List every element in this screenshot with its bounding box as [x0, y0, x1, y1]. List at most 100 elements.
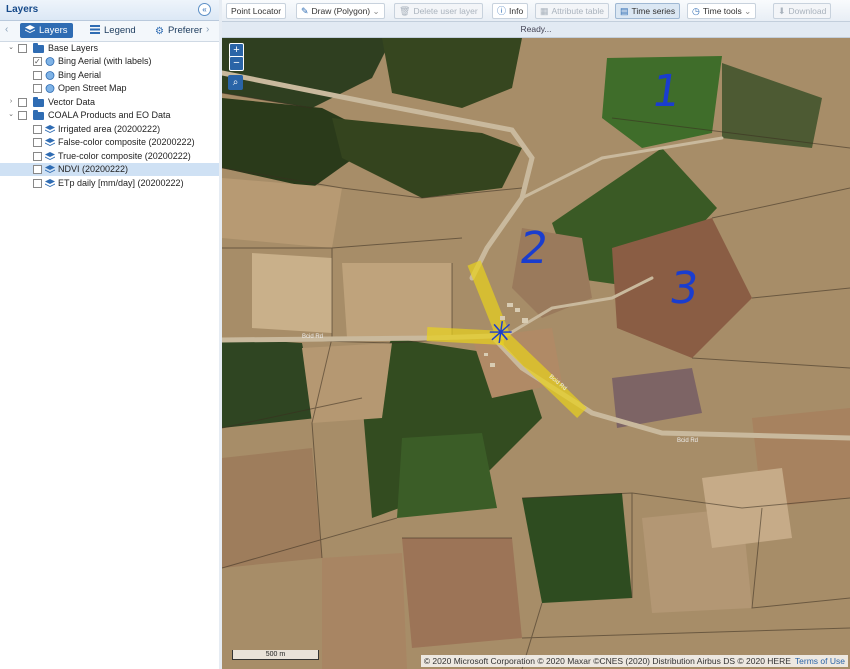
tree-item-irrigated-area[interactable]: Irrigated area (20200222) — [0, 123, 219, 136]
attribution-text: © 2020 Microsoft Corporation © 2020 Maxa… — [423, 656, 791, 666]
layer-label: Open Street Map — [58, 83, 127, 93]
group-checkbox[interactable] — [18, 98, 27, 107]
tree-group-coala[interactable]: ⌄ COALA Products and EO Data — [0, 109, 219, 122]
road-label: Bcid Rd — [677, 438, 699, 444]
layer-checkbox[interactable] — [33, 138, 42, 147]
pencil-icon: ✎ — [301, 6, 309, 16]
tree-group-base-layers[interactable]: ⌄ Base Layers — [0, 42, 219, 55]
draw-polygon-button[interactable]: ✎ Draw (Polygon) ⌄ — [296, 3, 385, 19]
scale-bar: 500 m — [232, 650, 319, 660]
layer-label: Bing Aerial (with labels) — [58, 56, 152, 66]
layer-label: NDVI (20200222) — [58, 164, 129, 174]
info-icon: ⓘ — [497, 6, 507, 16]
tab-layers[interactable]: Layers — [20, 23, 73, 38]
tree-item-false-color[interactable]: False-color composite (20200222) — [0, 136, 219, 149]
delete-user-layer-label: Delete user layer — [413, 6, 478, 16]
globe-layer-icon — [45, 71, 55, 80]
zoom-extent-button[interactable]: ⌕ — [228, 75, 243, 90]
folder-icon — [33, 43, 44, 53]
folder-icon — [33, 97, 44, 107]
draw-polygon-label: Draw (Polygon) — [311, 6, 371, 16]
list-icon — [90, 25, 100, 34]
panel-tabbar: ‹ Layers Legend ⚙ Preferer › — [0, 21, 219, 42]
point-locator-button[interactable]: Point Locator — [226, 3, 287, 19]
layer-label: True-color composite (20200222) — [58, 151, 191, 161]
tree-item-bing-aerial[interactable]: Bing Aerial — [0, 69, 219, 82]
map-toolbar: Point Locator ✎ Draw (Polygon) ⌄ 🗑 Delete … — [222, 0, 850, 22]
download-label: Download — [788, 6, 827, 16]
layer-stack-icon — [45, 138, 55, 146]
info-label: Info — [509, 6, 524, 16]
layer-stack-icon — [45, 152, 55, 160]
map-viewport[interactable]: Bcid Rd Bcid Rd Bcid Rd 1 2 3 ✳ + − ⌕ 50… — [222, 38, 850, 669]
globe-layer-icon — [45, 57, 55, 66]
collapse-toggle-icon[interactable]: ⌄ — [7, 111, 15, 119]
tab-preferences[interactable]: ⚙ Preferer — [150, 23, 207, 38]
layer-checkbox[interactable] — [33, 71, 42, 80]
tab-scroll-right-icon[interactable]: › — [206, 24, 209, 35]
tree-group-label: COALA Products and EO Data — [48, 110, 171, 120]
time-series-label: Time series — [631, 6, 676, 16]
status-bar: Ready... — [222, 22, 850, 38]
tab-preferences-label: Preferer — [167, 25, 203, 36]
layer-checkbox[interactable] — [33, 55, 42, 68]
tab-scroll-left-icon[interactable]: ‹ — [5, 24, 8, 35]
attribute-table-label: Attribute table — [551, 6, 604, 16]
group-checkbox[interactable] — [18, 111, 27, 120]
chevron-down-icon: ⌄ — [744, 6, 752, 16]
tree-item-true-color[interactable]: True-color composite (20200222) — [0, 150, 219, 163]
layer-label: Bing Aerial — [58, 70, 102, 80]
layer-label: False-color composite (20200222) — [58, 137, 195, 147]
time-series-button[interactable]: ▤ Time series — [615, 3, 681, 19]
gear-icon: ⚙ — [155, 26, 164, 37]
tab-legend-label: Legend — [104, 25, 136, 36]
tab-layers-label: Layers — [39, 25, 68, 36]
magnifier-icon: ⌕ — [232, 77, 239, 88]
collapse-toggle-icon[interactable]: ⌄ — [7, 44, 15, 52]
folder-icon — [33, 110, 44, 120]
table-icon: ▦ — [540, 6, 549, 16]
map-attribution: © 2020 Microsoft Corporation © 2020 Maxa… — [420, 655, 848, 667]
expand-toggle-icon[interactable]: › — [7, 98, 15, 106]
time-tools-label: Time tools — [702, 6, 742, 16]
tree-group-label: Vector Data — [48, 97, 96, 107]
scale-label: 500 m — [265, 651, 286, 658]
zoom-out-button[interactable]: − — [229, 56, 244, 71]
layer-label: Irrigated area (20200222) — [58, 124, 161, 134]
download-button[interactable]: ⬇ Download — [773, 3, 832, 19]
collapse-panel-button[interactable]: « — [198, 3, 211, 16]
road-label: Bcid Rd — [302, 334, 324, 340]
tree-item-bing-aerial-labels[interactable]: Bing Aerial (with labels) — [0, 55, 219, 68]
status-text: Ready... — [520, 24, 552, 34]
layers-panel: Layers « ‹ Layers Legend ⚙ Preferer › ⌄ B… — [0, 0, 220, 669]
layer-checkbox[interactable] — [33, 125, 42, 134]
point-locator-label: Point Locator — [231, 6, 282, 16]
tree-item-etp-daily[interactable]: ETp daily [mm/day] (20200222) — [0, 177, 219, 190]
time-tools-button[interactable]: ◷ Time tools ⌄ — [687, 3, 757, 19]
layers-icon — [25, 25, 35, 33]
satellite-imagery — [222, 38, 850, 669]
delete-user-layer-button[interactable]: 🗑 Delete user layer — [394, 3, 483, 19]
layer-checkbox[interactable] — [33, 179, 42, 188]
layer-checkbox[interactable] — [33, 165, 42, 174]
layer-checkbox[interactable] — [33, 152, 42, 161]
download-icon: ⬇ — [778, 6, 786, 16]
layer-checkbox[interactable] — [33, 84, 42, 93]
attribute-table-button[interactable]: ▦ Attribute table — [535, 3, 609, 19]
trash-icon: 🗑 — [399, 6, 411, 16]
group-checkbox[interactable] — [18, 44, 27, 53]
tree-item-open-street-map[interactable]: Open Street Map — [0, 82, 219, 95]
clock-icon: ◷ — [692, 6, 700, 16]
panel-header: Layers « — [0, 0, 219, 21]
tree-item-ndvi[interactable]: NDVI (20200222) — [0, 163, 219, 176]
chevron-down-icon: ⌄ — [372, 6, 380, 16]
tree-group-label: Base Layers — [48, 43, 99, 53]
panel-title: Layers — [6, 4, 39, 15]
tab-legend[interactable]: Legend — [85, 23, 141, 38]
tree-group-vector-data[interactable]: › Vector Data — [0, 96, 219, 109]
layer-label: ETp daily [mm/day] (20200222) — [58, 178, 184, 188]
info-button[interactable]: ⓘ Info — [492, 3, 529, 19]
globe-layer-icon — [45, 84, 55, 93]
terms-of-use-link[interactable]: Terms of Use — [795, 656, 845, 666]
chart-icon: ▤ — [620, 6, 629, 16]
